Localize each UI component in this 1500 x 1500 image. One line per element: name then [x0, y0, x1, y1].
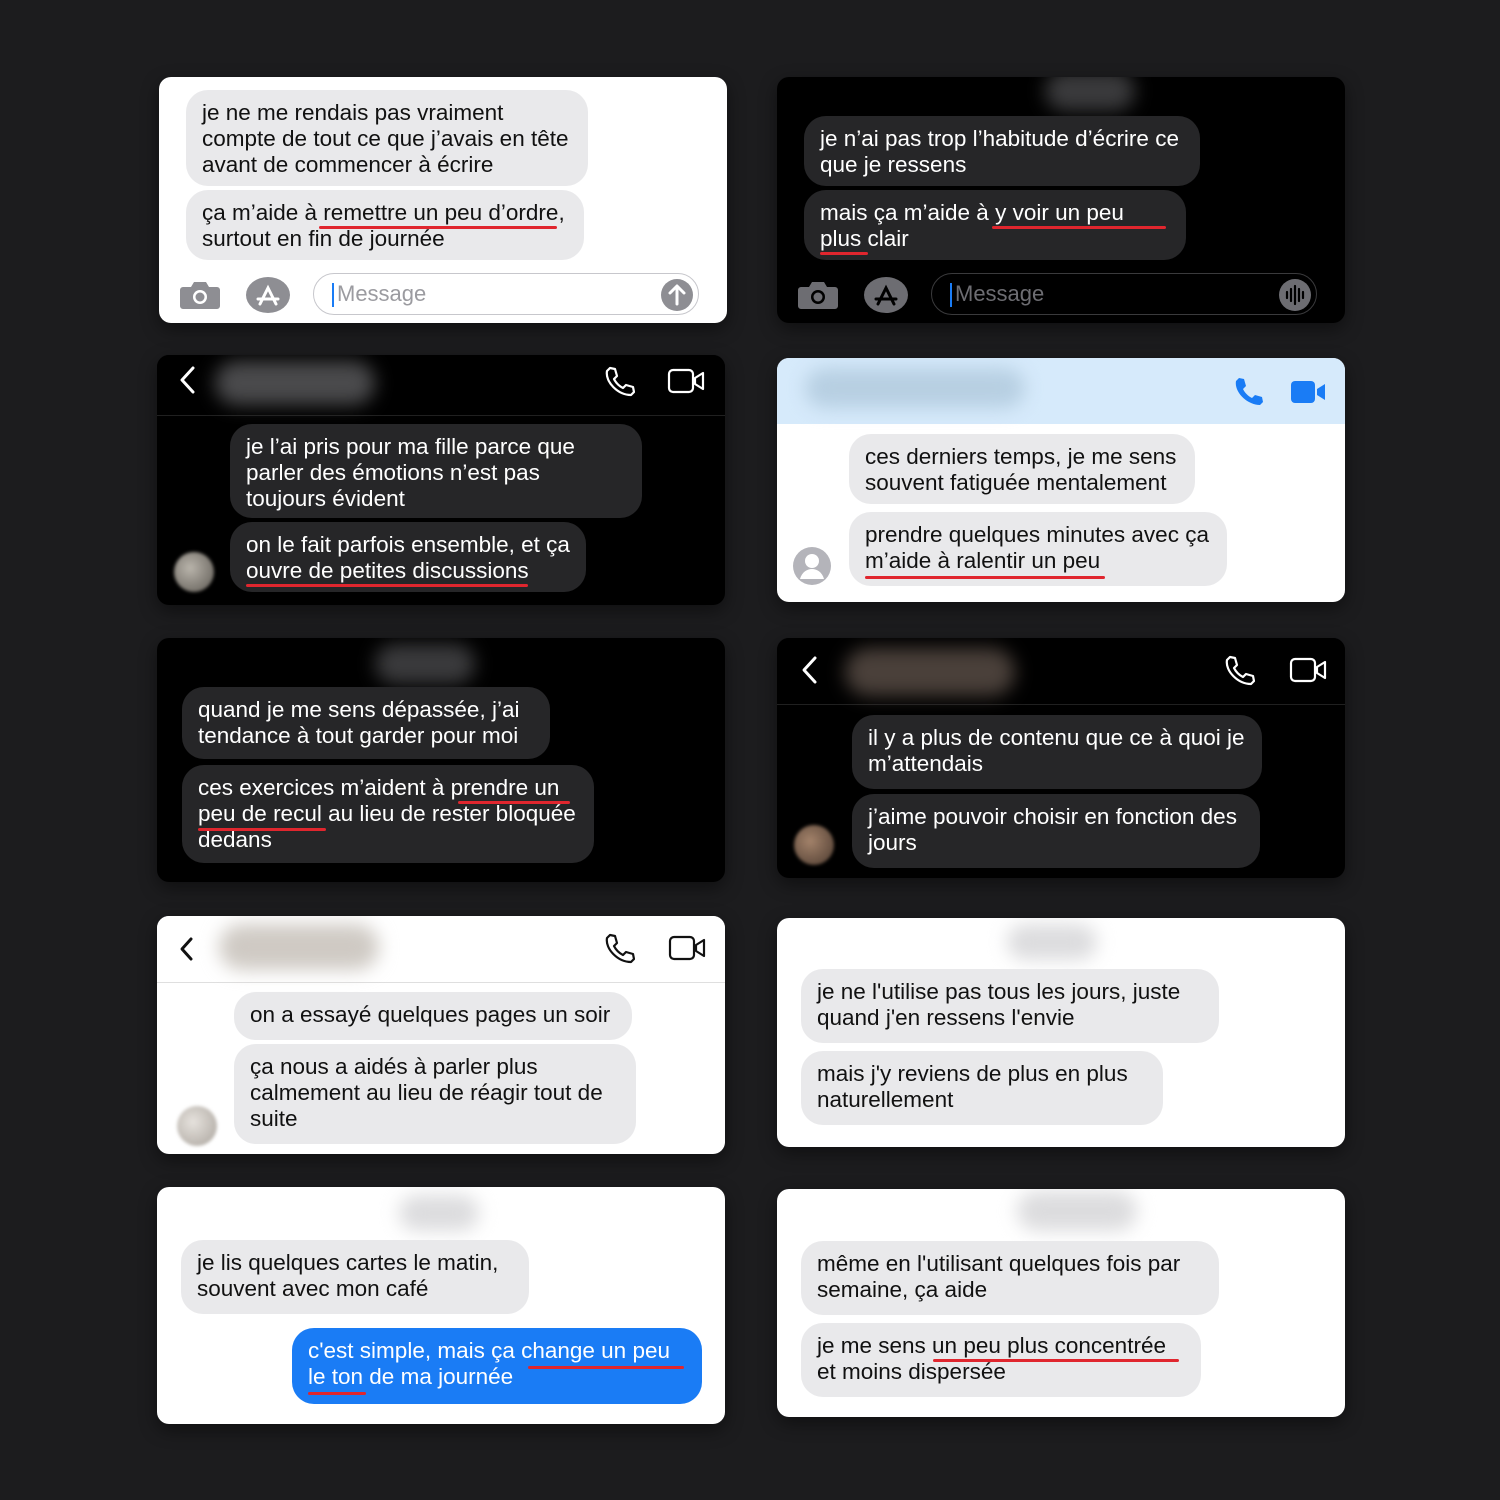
app-store-icon[interactable] — [863, 275, 909, 315]
testimonial-card-5: quand je me sens dépassée, j’ai tendance… — [157, 638, 725, 882]
message-text: on le fait parfois ensemble, et ça ouvre… — [246, 532, 570, 583]
message-text: on a essayé quelques pages un soir — [250, 1002, 611, 1027]
phone-icon[interactable] — [1223, 654, 1255, 686]
audio-waveform-icon[interactable] — [1278, 278, 1312, 312]
blurred-contact-name — [805, 368, 1025, 408]
message-text: quand je me sens dépassée, j’ai tendance… — [198, 697, 520, 748]
message-bubble: je ne l'utilise pas tous les jours, just… — [801, 969, 1219, 1043]
back-chevron-icon[interactable] — [177, 936, 197, 962]
video-icon[interactable] — [668, 934, 706, 962]
camera-icon[interactable] — [179, 278, 221, 312]
message-bubble: mais ça m’aide à y voir un peu plus clai… — [804, 190, 1186, 260]
message-input[interactable]: Message — [313, 273, 699, 315]
message-bubble: ça m’aide à remettre un peu d’ordre, sur… — [186, 190, 584, 260]
red-underline — [528, 1366, 684, 1369]
message-text: je lis quelques cartes le matin, souvent… — [197, 1250, 499, 1301]
message-bubble: je me sens un peu plus concentrée et moi… — [801, 1323, 1201, 1397]
message-bubble: il y a plus de contenu que ce à quoi je … — [852, 715, 1262, 789]
camera-icon[interactable] — [797, 278, 839, 312]
testimonial-card-3: je l’ai pris pour ma fille parce que par… — [157, 355, 725, 605]
blurred-contact-name — [1045, 77, 1135, 111]
testimonial-card-4: ces derniers temps, je me sens souvent f… — [777, 358, 1345, 602]
message-text: il y a plus de contenu que ce à quoi je … — [868, 725, 1245, 776]
message-text: j’aime pouvoir choisir en fonction des j… — [868, 804, 1237, 855]
sent-message-bubble: c'est simple, mais ça change un peu le t… — [292, 1328, 702, 1404]
message-text: ça nous a aidés à parler plus calmement … — [250, 1054, 603, 1131]
avatar — [177, 1106, 217, 1146]
message-placeholder: Message — [955, 281, 1045, 306]
message-text: ces exercices m’aident à prendre un peu … — [198, 775, 576, 852]
testimonial-card-1: je ne me rendais pas vraiment compte de … — [159, 77, 727, 323]
back-chevron-icon[interactable] — [177, 365, 199, 395]
red-underline — [246, 584, 528, 587]
blurred-contact-name — [1017, 1191, 1137, 1231]
video-icon[interactable] — [667, 367, 705, 395]
message-text: je l’ai pris pour ma fille parce que par… — [246, 434, 575, 511]
text-cursor — [950, 283, 952, 308]
avatar — [174, 552, 214, 592]
message-text: mais j'y reviens de plus en plus naturel… — [817, 1061, 1128, 1112]
blurred-contact-name — [399, 1195, 479, 1231]
message-bubble: je n’ai pas trop l’habitude d’écrire ce … — [804, 116, 1200, 186]
red-underline — [992, 226, 1166, 229]
phone-icon[interactable] — [603, 365, 635, 397]
testimonial-card-7: on a essayé quelques pages un soir ça no… — [157, 916, 725, 1154]
blurred-contact-name — [219, 924, 379, 970]
phone-icon[interactable] — [1232, 375, 1264, 407]
message-bubble: mais j'y reviens de plus en plus naturel… — [801, 1051, 1163, 1125]
message-bubble: ça nous a aidés à parler plus calmement … — [234, 1044, 636, 1144]
message-bubble: on le fait parfois ensemble, et ça ouvre… — [230, 522, 586, 592]
message-bubble: ces exercices m’aident à prendre un peu … — [182, 765, 594, 863]
blurred-contact-name — [1007, 924, 1097, 960]
avatar — [794, 825, 834, 865]
testimonial-card-2: je n’ai pas trop l’habitude d’écrire ce … — [777, 77, 1345, 323]
video-icon[interactable] — [1289, 378, 1327, 406]
testimonial-card-8: je ne l'utilise pas tous les jours, just… — [777, 918, 1345, 1147]
message-text: prendre quelques minutes avec ça m’aide … — [865, 522, 1209, 573]
message-text: je ne me rendais pas vraiment compte de … — [202, 100, 569, 177]
message-bubble: j’aime pouvoir choisir en fonction des j… — [852, 794, 1260, 868]
message-text: je ne l'utilise pas tous les jours, just… — [817, 979, 1181, 1030]
message-bubble: même en l'utilisant quelques fois par se… — [801, 1241, 1219, 1315]
message-text: même en l'utilisant quelques fois par se… — [817, 1251, 1181, 1302]
message-bubble: je lis quelques cartes le matin, souvent… — [181, 1240, 529, 1314]
app-store-icon[interactable] — [245, 275, 291, 315]
phone-icon[interactable] — [603, 932, 635, 964]
message-bubble: je l’ai pris pour ma fille parce que par… — [230, 424, 642, 518]
testimonial-card-9: je lis quelques cartes le matin, souvent… — [157, 1187, 725, 1424]
message-text: je n’ai pas trop l’habitude d’écrire ce … — [820, 126, 1179, 177]
red-underline — [865, 576, 1105, 579]
text-cursor — [332, 283, 334, 308]
testimonial-card-6: il y a plus de contenu que ce à quoi je … — [777, 638, 1345, 878]
message-text: ces derniers temps, je me sens souvent f… — [865, 444, 1177, 495]
back-chevron-icon[interactable] — [799, 655, 821, 685]
message-bubble: on a essayé quelques pages un soir — [234, 992, 632, 1040]
message-text: c'est simple, mais ça change un peu le t… — [308, 1338, 670, 1389]
send-arrow-icon[interactable] — [660, 278, 694, 312]
blurred-contact-name — [375, 644, 475, 684]
message-bubble: prendre quelques minutes avec ça m’aide … — [849, 512, 1227, 586]
red-underline — [820, 252, 868, 255]
testimonial-card-10: même en l'utilisant quelques fois par se… — [777, 1189, 1345, 1417]
red-underline — [308, 1392, 366, 1395]
message-bubble: ces derniers temps, je me sens souvent f… — [849, 434, 1195, 504]
message-bubble: quand je me sens dépassée, j’ai tendance… — [182, 687, 550, 759]
video-icon[interactable] — [1289, 656, 1327, 684]
message-bubble: je ne me rendais pas vraiment compte de … — [186, 90, 588, 186]
blurred-contact-name — [215, 361, 375, 405]
person-icon — [793, 547, 831, 585]
message-placeholder: Message — [337, 281, 427, 306]
blurred-contact-name — [845, 648, 1015, 696]
message-input[interactable]: Message — [931, 273, 1317, 315]
